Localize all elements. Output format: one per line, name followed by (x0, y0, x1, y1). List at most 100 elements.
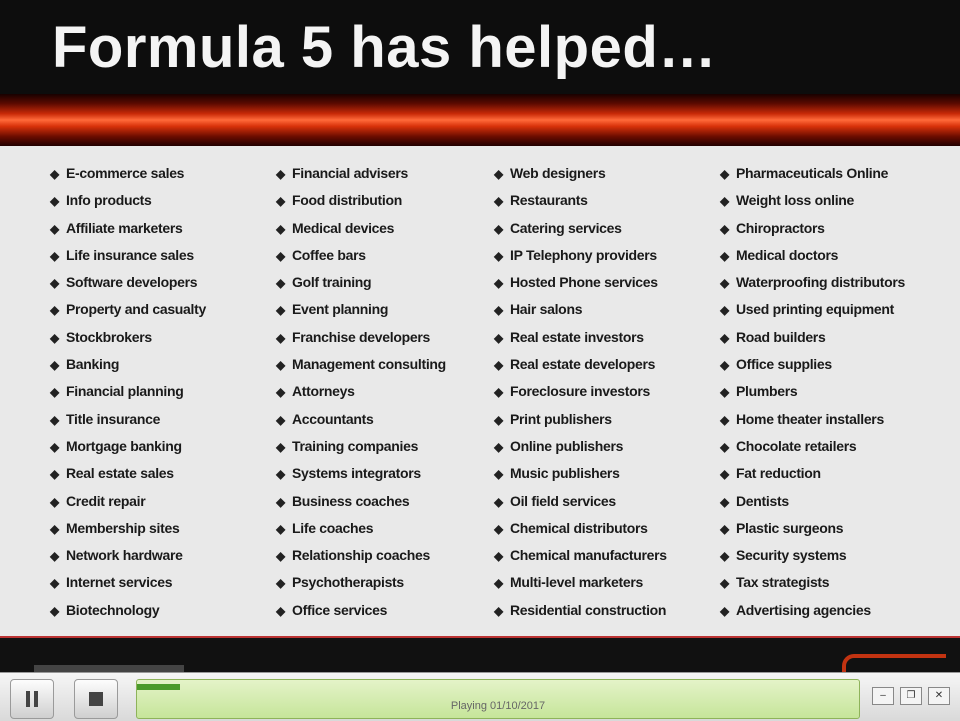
slide-footer: ▬▬▬▬▬ (0, 638, 960, 672)
stop-icon (89, 692, 103, 706)
bullet-icon: ◆ (720, 467, 729, 482)
list-item: ◆ Software developers (50, 269, 206, 296)
list-item: ◆ Security systems (720, 542, 905, 569)
list-item-label: Business coaches (292, 492, 410, 509)
slide-content: ◆ E-commerce sales ◆ Info products ◆ Affiliat… (0, 146, 960, 638)
bullet-icon: ◆ (720, 248, 729, 263)
bullet-icon: ◆ (50, 276, 59, 291)
bullet-icon: ◆ (50, 467, 59, 482)
list-item: ◆ Chemical manufacturers (494, 542, 667, 569)
bullet-icon: ◆ (494, 603, 503, 618)
bullet-icon: ◆ (50, 549, 59, 564)
media-player-bar: Playing 01/10/2017 – ❐ ✕ (0, 672, 960, 721)
list-item-label: Credit repair (66, 492, 146, 509)
list-item-label: Web designers (510, 165, 606, 181)
bullet-icon: ◆ (720, 521, 729, 536)
pause-button[interactable] (10, 679, 54, 719)
bullet-icon: ◆ (494, 194, 503, 209)
bullet-icon: ◆ (720, 194, 729, 209)
list-item: ◆ Management consulting (276, 351, 446, 378)
list-item-label: Title insurance (66, 410, 161, 427)
list-item-label: Pharmaceuticals Online (736, 165, 889, 181)
list-item-label: Chemical distributors (510, 519, 648, 536)
list-item: ◆ Advertising agencies (720, 597, 905, 624)
list-item-label: Internet services (66, 574, 173, 591)
list-item-label: Biotechnology (66, 601, 160, 618)
list-item: ◆ Title insurance (50, 406, 206, 433)
slide: Formula 5 has helped… ◆ E-commerce sales ◆… (0, 0, 960, 672)
list-item: ◆ Office services (276, 597, 446, 624)
list-item: ◆ Biotechnology (50, 597, 206, 624)
list-item-label: Real estate investors (510, 328, 644, 345)
list-item-label: Financial advisers (292, 165, 408, 181)
bullet-icon: ◆ (720, 330, 729, 345)
bullet-icon: ◆ (494, 167, 503, 181)
restore-icon[interactable]: ❐ (900, 687, 922, 705)
list-column-4: ◆ Pharmaceuticals Online ◆ Weight loss onli… (720, 160, 905, 624)
list-item-label: Chemical manufacturers (510, 547, 667, 564)
bullet-icon: ◆ (276, 276, 285, 291)
minimize-icon[interactable]: – (872, 687, 894, 705)
slide-title: Formula 5 has helped… (52, 15, 717, 80)
bullet-icon: ◆ (494, 248, 503, 263)
bullet-icon: ◆ (50, 358, 59, 373)
list-item-label: Accountants (292, 410, 374, 427)
bullet-icon: ◆ (276, 576, 285, 591)
close-icon[interactable]: ✕ (928, 687, 950, 705)
list-item-label: Coffee bars (292, 246, 366, 263)
list-item-label: Security systems (736, 547, 847, 564)
list-item: ◆ Medical doctors (720, 242, 905, 269)
list-item-label: Multi-level marketers (510, 574, 643, 591)
bullet-icon: ◆ (276, 603, 285, 618)
list-item: ◆ Multi-level marketers (494, 569, 667, 596)
list-item: ◆ Office supplies (720, 351, 905, 378)
bullet-icon: ◆ (50, 439, 59, 454)
bullet-icon: ◆ (276, 221, 285, 236)
bullet-icon: ◆ (720, 167, 729, 181)
list-item: ◆ Property and casualty (50, 296, 206, 323)
progress-bar[interactable]: Playing 01/10/2017 (136, 679, 860, 719)
list-item-label: Real estate sales (66, 465, 174, 482)
list-item: ◆ Pharmaceuticals Online (720, 160, 905, 187)
bullet-icon: ◆ (50, 303, 59, 318)
list-item: ◆ Business coaches (276, 488, 446, 515)
list-item-label: Home theater installers (736, 410, 884, 427)
list-column-2: ◆ Financial advisers ◆ Food distribution ◆ Me… (276, 160, 446, 624)
list-item-label: Foreclosure investors (510, 383, 650, 400)
bullet-icon: ◆ (50, 167, 59, 181)
list-item: ◆ Network hardware (50, 542, 206, 569)
list-item-label: Restaurants (510, 192, 588, 209)
bullet-icon: ◆ (494, 439, 503, 454)
list-item: ◆ Catering services (494, 215, 667, 242)
list-item-label: Life coaches (292, 519, 374, 536)
list-item: ◆ Membership sites (50, 515, 206, 542)
list-item-label: Office supplies (736, 356, 832, 373)
list-item-label: Chiropractors (736, 219, 825, 236)
list-item-label: Banking (66, 356, 120, 373)
list-item: ◆ Credit repair (50, 488, 206, 515)
bullet-icon: ◆ (494, 276, 503, 291)
list-item-label: Affiliate marketers (66, 219, 183, 236)
list-item: ◆ Food distribution (276, 187, 446, 214)
bullet-icon: ◆ (276, 494, 285, 509)
bullet-icon: ◆ (494, 412, 503, 427)
bullet-icon: ◆ (720, 385, 729, 400)
stop-button[interactable] (74, 679, 118, 719)
list-item: ◆ Golf training (276, 269, 446, 296)
bullet-icon: ◆ (720, 358, 729, 373)
bullet-icon: ◆ (720, 494, 729, 509)
bullet-icon: ◆ (50, 412, 59, 427)
bullet-icon: ◆ (50, 194, 59, 209)
list-item: ◆ Plumbers (720, 378, 905, 405)
list-item-label: Road builders (736, 328, 826, 345)
footer-logo: ▬▬▬▬▬ (34, 648, 184, 672)
list-item-label: Stockbrokers (66, 328, 152, 345)
bullet-icon: ◆ (494, 221, 503, 236)
list-item: ◆ Accountants (276, 406, 446, 433)
bullet-icon: ◆ (494, 521, 503, 536)
header-band (0, 94, 960, 146)
list-item-label: Plastic surgeons (736, 519, 844, 536)
list-item-label: Management consulting (292, 356, 446, 373)
bullet-icon: ◆ (276, 467, 285, 482)
list-item: ◆ Print publishers (494, 406, 667, 433)
